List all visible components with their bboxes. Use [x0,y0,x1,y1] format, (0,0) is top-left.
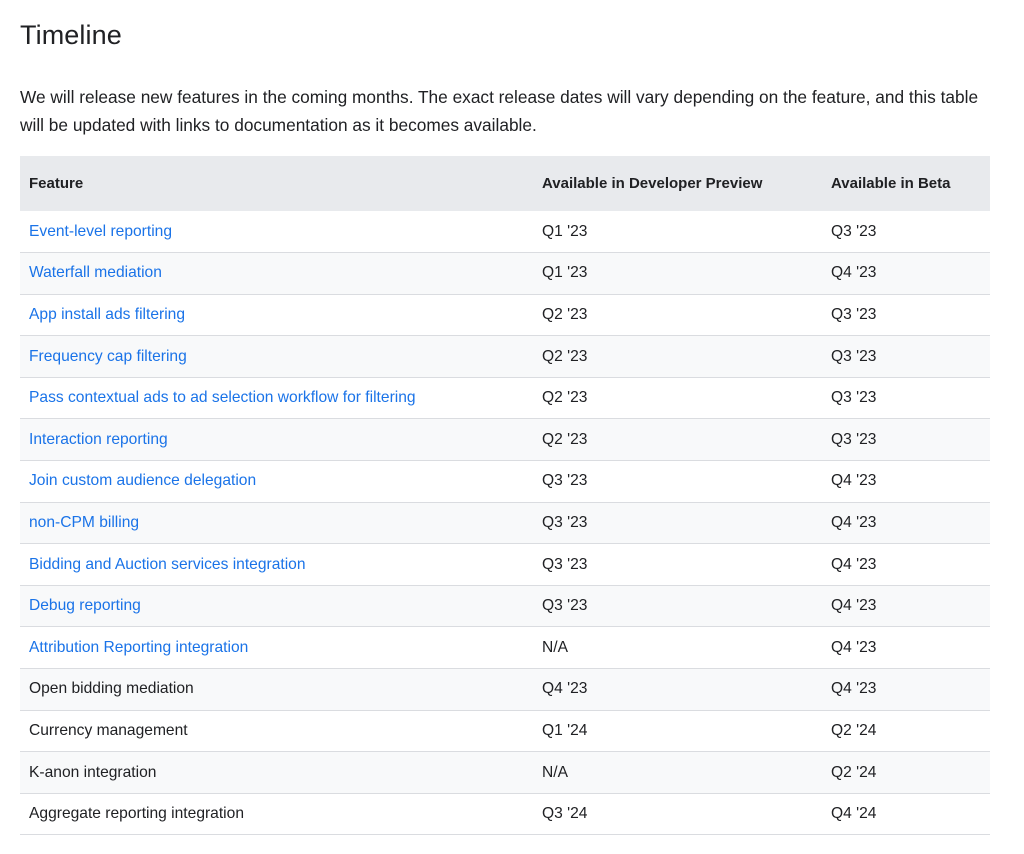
table-row: Bidding and Auction services integration… [20,544,990,586]
table-row: Currency management Q1 '24 Q2 '24 [20,710,990,752]
cell-feature: Open bidding mediation [20,669,533,711]
cell-feature: Waterfall mediation [20,253,533,295]
table-row: Debug reporting Q3 '23 Q4 '23 [20,585,990,627]
table-row: K-anon integration N/A Q2 '24 [20,751,990,794]
table-row: non-CPM billing Q3 '23 Q4 '23 [20,502,990,544]
page: Timeline We will release new features in… [0,0,1024,854]
cell-beta: Q3 '23 [831,222,877,240]
feature-text: Open bidding mediation [29,680,194,698]
feature-link[interactable]: Pass contextual ads to ad selection work… [29,389,416,406]
cell-beta: Q4 '23 [831,680,877,698]
cell-developer-preview: Q1 '23 [542,264,588,282]
feature-link[interactable]: Join custom audience delegation [29,472,256,489]
cell-feature: Bidding and Auction services integration [20,544,533,586]
cell-feature: Aggregate reporting integration [20,793,533,835]
timeline-table: Feature Available in Developer Preview A… [20,156,990,835]
cell-beta: Q4 '23 [831,638,877,656]
cell-feature: Debug reporting [20,585,533,627]
header-feature: Feature [29,175,84,192]
cell-feature: Event-level reporting [20,211,533,253]
cell-developer-preview: Q4 '23 [542,680,588,698]
cell-feature: non-CPM billing [20,502,533,544]
table-row: Aggregate reporting integration Q3 '24 Q4 … [20,793,990,835]
cell-beta: Q4 '23 [831,472,877,490]
feature-link[interactable]: App install ads filtering [29,306,185,323]
cell-beta: Q2 '24 [831,721,877,739]
feature-link[interactable]: Event-level reporting [29,223,172,240]
feature-text: K-anon integration [29,763,157,781]
table-header: Feature Available in Developer Preview A… [20,156,990,211]
table-row: Event-level reporting Q1 '23 Q3 '23 [20,211,990,253]
cell-developer-preview: Q2 '23 [542,389,588,407]
table-row: Waterfall mediation Q1 '23 Q4 '23 [20,252,990,295]
intro-paragraph: We will release new features in the comi… [20,87,979,135]
header-beta: Available in Beta [831,175,951,192]
feature-link[interactable]: Frequency cap filtering [29,348,187,365]
page-title: Timeline [20,20,122,50]
cell-beta: Q2 '24 [831,763,877,781]
table-header-row: Feature Available in Developer Preview A… [20,156,990,211]
cell-feature: Attribution Reporting integration [20,627,533,669]
feature-link[interactable]: non-CPM billing [29,514,139,531]
cell-beta: Q3 '23 [831,305,877,323]
cell-feature: App install ads filtering [20,294,533,336]
cell-beta: Q4 '23 [831,555,877,573]
cell-beta: Q4 '24 [831,805,877,823]
table-row: Pass contextual ads to ad selection work… [20,377,990,419]
cell-beta: Q4 '23 [831,264,877,282]
cell-feature: K-anon integration [20,752,533,794]
table-row: Join custom audience delegation Q3 '23 Q4 … [20,461,990,503]
table-body: Event-level reporting Q1 '23 Q3 '23 Waterfa… [20,211,990,835]
cell-feature: Join custom audience delegation [20,461,533,503]
table-row: Interaction reporting Q2 '23 Q3 '23 [20,418,990,461]
cell-developer-preview: Q3 '24 [542,805,588,823]
cell-developer-preview: Q2 '23 [542,347,588,365]
cell-feature: Currency management [20,710,533,752]
feature-text: Currency management [29,721,188,739]
table-row: Attribution Reporting integration N/A Q4 '… [20,627,990,669]
cell-developer-preview: Q1 '24 [542,721,588,739]
cell-developer-preview: Q3 '23 [542,472,588,490]
cell-developer-preview: Q2 '23 [542,430,588,448]
feature-text: Aggregate reporting integration [29,805,244,823]
cell-developer-preview: N/A [542,638,568,656]
cell-developer-preview: N/A [542,763,568,781]
cell-beta: Q3 '23 [831,389,877,407]
feature-link[interactable]: Bidding and Auction services integration [29,556,306,573]
cell-beta: Q4 '23 [831,597,877,615]
cell-developer-preview: Q3 '23 [542,597,588,615]
cell-feature: Frequency cap filtering [20,336,533,378]
cell-feature: Pass contextual ads to ad selection work… [20,377,533,419]
cell-beta: Q4 '23 [831,513,877,531]
cell-beta: Q3 '23 [831,430,877,448]
table-row: Open bidding mediation Q4 '23 Q4 '23 [20,668,990,711]
cell-developer-preview: Q3 '23 [542,555,588,573]
feature-link[interactable]: Debug reporting [29,597,141,614]
cell-developer-preview: Q2 '23 [542,305,588,323]
cell-developer-preview: Q1 '23 [542,222,588,240]
cell-beta: Q3 '23 [831,347,877,365]
feature-link[interactable]: Attribution Reporting integration [29,639,248,656]
table-row: App install ads filtering Q2 '23 Q3 '23 [20,294,990,336]
cell-developer-preview: Q3 '23 [542,513,588,531]
cell-feature: Interaction reporting [20,419,533,461]
feature-link[interactable]: Interaction reporting [29,431,168,448]
feature-link[interactable]: Waterfall mediation [29,264,162,281]
header-developer-preview: Available in Developer Preview [542,175,763,192]
table-row: Frequency cap filtering Q2 '23 Q3 '23 [20,335,990,378]
